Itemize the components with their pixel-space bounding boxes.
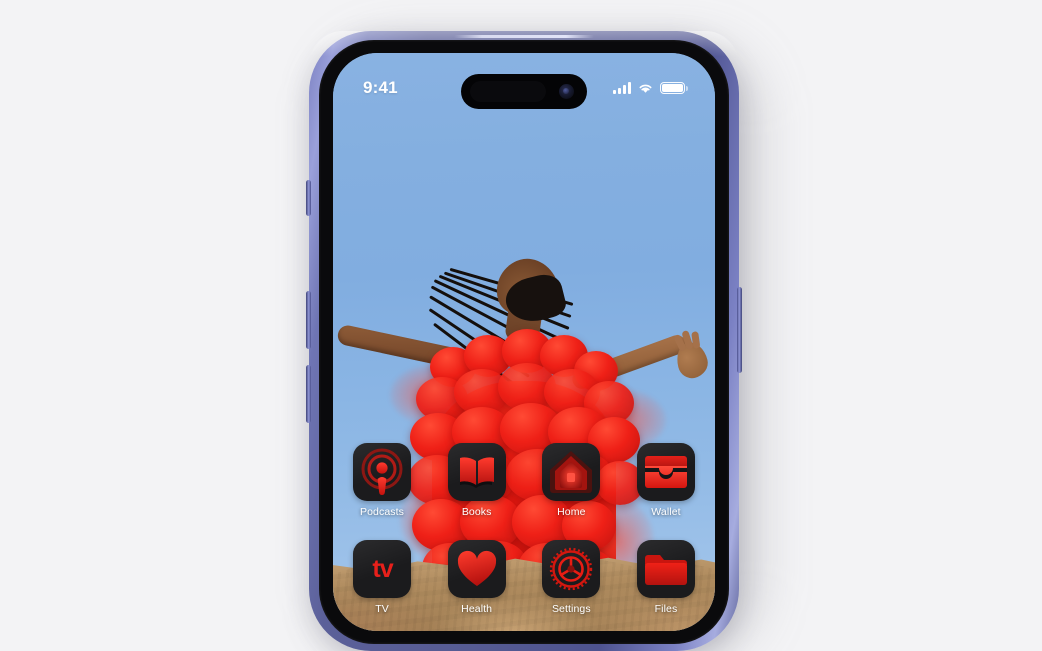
dynamic-island[interactable] <box>461 74 587 109</box>
podcasts-icon[interactable] <box>353 443 411 501</box>
app-settings[interactable]: Settings <box>540 540 602 615</box>
app-wallet[interactable]: Wallet <box>635 443 697 518</box>
signal-bars-icon <box>613 82 631 94</box>
status-bar-indicators <box>613 81 688 95</box>
home-screen-app-grid: Podcasts Books Home Wallet tv TV Health … <box>333 443 715 631</box>
wallet-icon[interactable] <box>636 443 695 501</box>
app-podcasts[interactable]: Podcasts <box>351 443 413 518</box>
app-label: Files <box>654 603 678 615</box>
display-bezel: 9:41 Podcasts Books Home Wallet tv TV He… <box>319 40 729 644</box>
side-power-button[interactable] <box>737 287 742 373</box>
app-label: Podcasts <box>360 506 404 518</box>
app-files[interactable]: Files <box>635 540 697 615</box>
apple-tv-wordmark: tv <box>372 554 393 583</box>
files-icon[interactable] <box>636 540 695 598</box>
apple-tv-icon[interactable]: tv <box>353 540 411 598</box>
volume-up-button[interactable] <box>306 291 311 349</box>
app-label: Home <box>557 506 586 518</box>
app-label: Wallet <box>651 506 681 518</box>
app-label: Health <box>461 603 493 615</box>
face-id-sensor <box>470 81 546 102</box>
app-label: Settings <box>551 603 591 615</box>
iphone-screen[interactable]: 9:41 Podcasts Books Home Wallet tv TV He… <box>333 53 715 631</box>
health-icon[interactable] <box>447 540 506 598</box>
app-health[interactable]: Health <box>446 540 508 615</box>
app-row: tv TV Health Settings Files <box>351 540 697 615</box>
battery-icon <box>660 81 688 95</box>
iphone-device: 9:41 Podcasts Books Home Wallet tv TV He… <box>306 31 742 651</box>
app-home[interactable]: Home <box>540 443 602 518</box>
app-row: Podcasts Books Home Wallet <box>351 443 697 518</box>
books-icon[interactable] <box>447 443 506 501</box>
settings-icon[interactable] <box>542 540 601 598</box>
app-label: Books <box>461 506 492 518</box>
scene-canvas: 9:41 Podcasts Books Home Wallet tv TV He… <box>0 0 1042 651</box>
app-tv[interactable]: tv TV <box>351 540 413 615</box>
home-icon[interactable] <box>542 443 601 501</box>
status-bar-time: 9:41 <box>363 78 398 97</box>
wifi-icon <box>637 82 654 94</box>
action-button[interactable] <box>306 180 311 216</box>
front-camera-icon <box>559 84 574 99</box>
app-label: TV <box>375 603 389 615</box>
antenna-seam <box>454 35 594 38</box>
app-books[interactable]: Books <box>446 443 508 518</box>
figure-right-hand <box>673 329 711 382</box>
volume-down-button[interactable] <box>306 365 311 423</box>
